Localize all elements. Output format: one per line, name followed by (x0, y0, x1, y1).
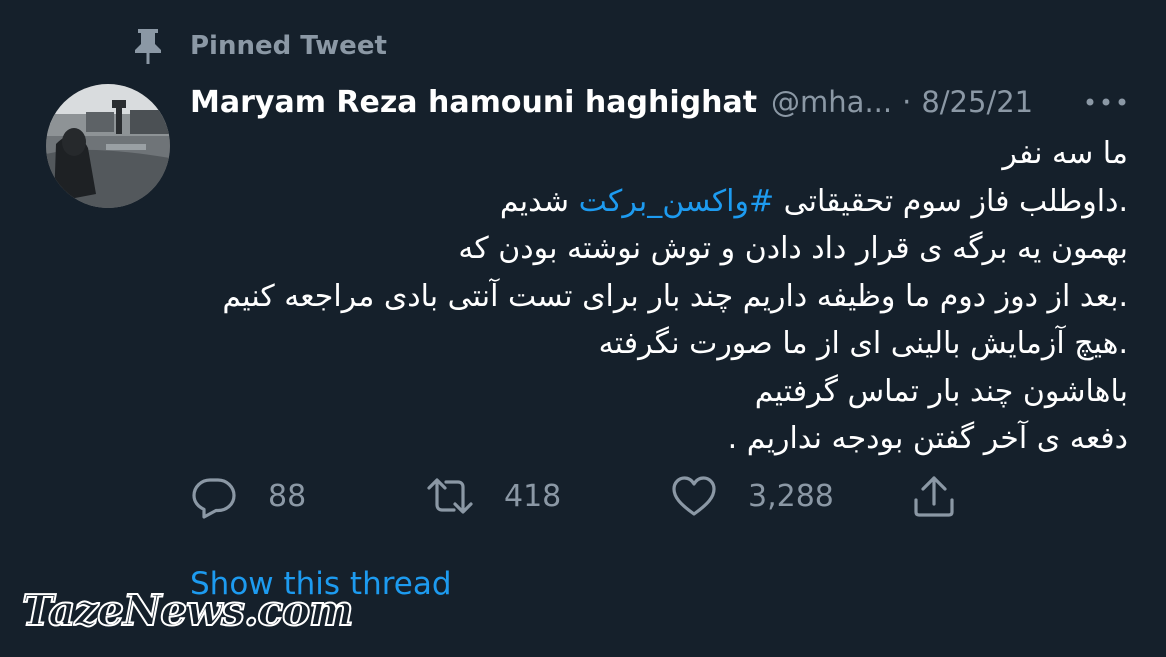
pinned-indicator: Pinned Tweet (128, 24, 387, 68)
like-count: 3,288 (748, 478, 834, 514)
separator-dot: · (902, 85, 912, 119)
like-button[interactable]: 3,288 (670, 466, 834, 526)
heart-icon (670, 472, 718, 520)
tweet-line: بهمون یه برگه ی قرار داد دادن و توش نوشت… (458, 231, 1128, 266)
tweet-line: باهاشون چند بار تماس گرفتیم (754, 373, 1128, 409)
tweet-actions: 88 418 3,288 (190, 466, 990, 526)
avatar[interactable] (46, 84, 170, 208)
watermark: TazeNews.com (21, 585, 355, 636)
more-options-icon[interactable] (1082, 90, 1130, 114)
retweet-count: 418 (504, 478, 562, 514)
tweet-date[interactable]: 8/25/21 (921, 85, 1033, 119)
tweet-line-text: .داوطلب فاز سوم تحقیقاتی (774, 183, 1128, 219)
reply-icon (190, 472, 238, 520)
tweet-line: .بعد از دوز دوم ما وظیفه داریم چند بار ب… (222, 278, 1128, 314)
reply-count: 88 (268, 478, 307, 514)
tweet-line: دفعه ی آخر گفتن بودجه نداریم . (727, 421, 1128, 456)
tweet-line: ما سه نفر (1002, 136, 1128, 171)
user-handle[interactable]: @mha... (771, 85, 892, 119)
display-name[interactable]: Maryam Reza hamouni haghighat (190, 85, 757, 120)
tweet-line: .داوطلب فاز سوم تحقیقاتی #واکسن_برکت شدی… (190, 178, 1128, 226)
hashtag-link[interactable]: #واکسن_برکت (579, 184, 774, 219)
pin-icon (128, 26, 168, 66)
retweet-icon (426, 472, 474, 520)
pinned-label: Pinned Tweet (190, 31, 387, 61)
tweet-line-text: شدیم (499, 183, 579, 219)
retweet-button[interactable]: 418 (426, 466, 561, 526)
tweet-line: .هیچ آزمایش بالینی ای از ما صورت نگرفته (598, 326, 1128, 361)
share-button[interactable] (910, 466, 958, 526)
tweet-header: Maryam Reza hamouni haghighat @mha... · … (190, 78, 1130, 126)
share-icon (910, 472, 958, 520)
reply-button[interactable]: 88 (190, 466, 306, 526)
tweet-text: ما سه نفر .داوطلب فاز سوم تحقیقاتی #واکس… (190, 130, 1128, 463)
